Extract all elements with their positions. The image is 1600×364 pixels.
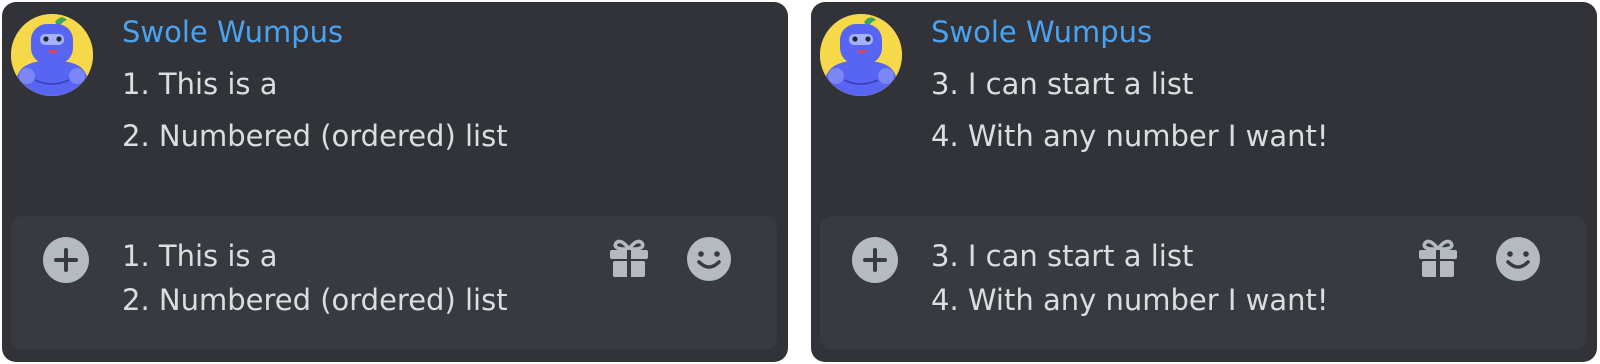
chat-panel-right: Swole Wumpus 3. I can start a list 4. Wi… — [811, 2, 1597, 362]
wumpus-avatar-icon[interactable] — [11, 14, 93, 96]
wumpus-avatar-icon[interactable] — [820, 14, 902, 96]
input-line: 4. With any number I want! — [931, 283, 1329, 317]
plus-circle-icon[interactable] — [43, 237, 89, 283]
message-line: 1. This is a — [122, 67, 278, 101]
input-line: 2. Numbered (ordered) list — [122, 283, 508, 317]
input-line: 1. This is a — [122, 239, 278, 273]
smile-icon[interactable] — [686, 236, 732, 282]
message-line: 2. Numbered (ordered) list — [122, 119, 508, 153]
gift-icon[interactable] — [1416, 236, 1460, 280]
message-line: 3. I can start a list — [931, 67, 1194, 101]
message-input[interactable]: 3. I can start a list 4. With any number… — [931, 238, 1401, 326]
author-name[interactable]: Swole Wumpus — [931, 14, 1152, 50]
message-input[interactable]: 1. This is a 2. Numbered (ordered) list — [122, 238, 592, 326]
message-content: 3. I can start a list 4. With any number… — [931, 66, 1329, 170]
gift-icon[interactable] — [607, 236, 651, 280]
message-content: 1. This is a 2. Numbered (ordered) list — [122, 66, 508, 170]
message-line: 4. With any number I want! — [931, 119, 1329, 153]
smile-icon[interactable] — [1495, 236, 1541, 282]
plus-circle-icon[interactable] — [852, 237, 898, 283]
author-name[interactable]: Swole Wumpus — [122, 14, 343, 50]
message-composer: 1. This is a 2. Numbered (ordered) list — [11, 216, 777, 350]
message-composer: 3. I can start a list 4. With any number… — [820, 216, 1586, 350]
chat-panel-left: Swole Wumpus 1. This is a 2. Numbered (o… — [2, 2, 788, 362]
input-line: 3. I can start a list — [931, 239, 1194, 273]
